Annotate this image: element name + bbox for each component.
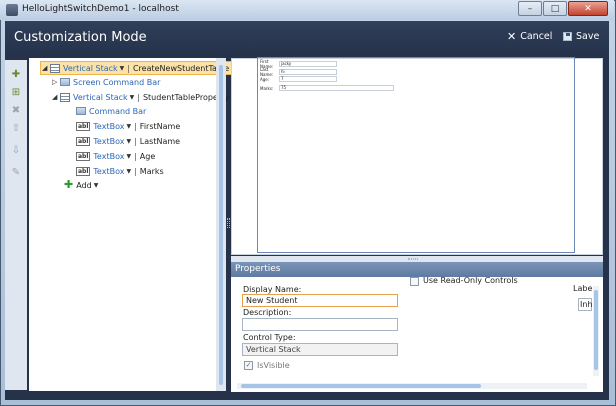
- node-name: LastName: [139, 136, 181, 146]
- node-control: Vertical Stack: [73, 92, 128, 102]
- chevron-down-icon[interactable]: ▼: [120, 65, 125, 72]
- textbox-icon: abl: [76, 166, 91, 176]
- divider: |: [134, 151, 137, 161]
- collapse-icon[interactable]: ◢: [42, 64, 50, 72]
- read-only-label: Use Read-Only Controls: [423, 276, 518, 285]
- preview-label: Age:: [260, 76, 270, 82]
- divider: |: [134, 166, 137, 176]
- tree-node-field[interactable]: abl TextBox ▼ | FirstName: [76, 119, 180, 133]
- is-visible-checkbox[interactable]: ✓: [244, 361, 253, 370]
- page-title: Customization Mode: [14, 30, 147, 45]
- properties-header: Properties: [231, 262, 603, 277]
- textbox-icon: abl: [76, 151, 91, 161]
- textbox-icon: abl: [76, 121, 91, 131]
- label-position-select[interactable]: Inh: [578, 298, 593, 311]
- preview-value: 75: [279, 85, 394, 91]
- tree-scrollbar-thumb[interactable]: [219, 65, 223, 385]
- window-title: HelloLightSwitchDemo1 - localhost: [22, 4, 179, 14]
- delete-icon[interactable]: ✖: [9, 104, 23, 117]
- display-name-label: Display Name:: [243, 285, 302, 294]
- close-icon: ✕: [507, 29, 517, 43]
- tree-node-field[interactable]: abl TextBox ▼ | Age: [76, 149, 155, 163]
- node-name: Age: [139, 151, 156, 161]
- node-label: Screen Command Bar: [73, 77, 161, 87]
- save-icon: [563, 32, 572, 41]
- control-type-field: Vertical Stack: [242, 343, 398, 356]
- preview-label: Marks:: [260, 85, 274, 91]
- cancel-label: Cancel: [520, 31, 553, 42]
- tree-node-field[interactable]: abl TextBox ▼ | Marks: [76, 164, 164, 178]
- title-bar: HelloLightSwitchDemo1 - localhost – □ ✕: [0, 0, 614, 20]
- chevron-down-icon[interactable]: ▼: [126, 123, 131, 130]
- display-name-input[interactable]: New Student: [242, 294, 398, 307]
- description-label: Description:: [243, 308, 292, 317]
- tree-node-child-stack[interactable]: ◢ Vertical Stack ▼ | StudentTablePropert…: [52, 90, 229, 104]
- node-label: Command Bar: [89, 106, 147, 116]
- node-control: TextBox: [93, 151, 125, 161]
- chevron-down-icon[interactable]: ▼: [94, 182, 99, 189]
- chevron-down-icon[interactable]: ▼: [130, 94, 135, 101]
- node-control: TextBox: [93, 136, 125, 146]
- divider: |: [134, 136, 137, 146]
- divider: |: [134, 121, 137, 131]
- cancel-button[interactable]: ✕ Cancel: [507, 29, 553, 43]
- move-down-icon[interactable]: ⇩: [9, 144, 23, 157]
- chevron-down-icon[interactable]: ▼: [126, 153, 131, 160]
- app-icon: [6, 4, 18, 16]
- node-name: CreateNewStudentTable: [132, 63, 230, 73]
- tree-toolbar: ✚ ⊞ ✖ ⇧ ⇩ ✎: [5, 60, 27, 390]
- tree-node-command-bar[interactable]: Command Bar: [76, 104, 146, 118]
- expand-icon[interactable]: ▷: [52, 78, 60, 86]
- divider: |: [127, 63, 130, 73]
- vertical-stack-icon: [50, 63, 60, 73]
- minimize-button[interactable]: –: [518, 1, 542, 16]
- close-button[interactable]: ✕: [568, 1, 608, 16]
- node-name: FirstName: [139, 121, 181, 131]
- tree-node-screen-command-bar[interactable]: ▷ Screen Command Bar: [52, 75, 160, 89]
- move-up-icon[interactable]: ⇧: [9, 122, 23, 135]
- tree-node-field[interactable]: abl TextBox ▼ | LastName: [76, 134, 180, 148]
- customization-header: Customization Mode ✕ Cancel Save: [5, 21, 609, 55]
- vertical-stack-icon: [60, 92, 70, 102]
- preview-row: Marks: 75: [260, 85, 394, 91]
- chevron-down-icon[interactable]: ▼: [126, 138, 131, 145]
- pane-splitter-grip[interactable]: [227, 218, 230, 228]
- preview-value: hi: [279, 69, 337, 75]
- chevron-down-icon[interactable]: ▼: [126, 168, 131, 175]
- save-label: Save: [576, 31, 600, 42]
- properties-hscroll-thumb[interactable]: [241, 384, 481, 388]
- window-controls: – □ ✕: [517, 1, 608, 16]
- add-node-button[interactable]: ✚ Add ▼: [64, 178, 101, 192]
- node-control: Vertical Stack: [63, 63, 118, 73]
- label-position-label: Labe: [573, 284, 593, 293]
- read-only-checkbox[interactable]: [410, 277, 419, 286]
- preview-row: Age: 7: [260, 76, 337, 82]
- add-item-icon[interactable]: ✚: [9, 68, 23, 81]
- control-type-label: Control Type:: [243, 333, 296, 342]
- add-icon: ✚: [64, 178, 74, 191]
- node-control: TextBox: [93, 166, 125, 176]
- is-visible-label: IsVisible: [257, 361, 290, 370]
- splitter-grip[interactable]: [408, 258, 418, 260]
- collapse-icon[interactable]: ◢: [52, 93, 60, 101]
- command-bar-icon: [60, 78, 70, 86]
- preview-value: 7: [279, 76, 337, 82]
- node-name: Marks: [139, 166, 164, 176]
- tree-node-root[interactable]: ◢ Vertical Stack ▼ | CreateNewStudentTab…: [40, 61, 234, 75]
- add-group-icon[interactable]: ⊞: [9, 86, 23, 99]
- textbox-icon: abl: [76, 136, 91, 146]
- properties-vscroll-thumb[interactable]: [594, 290, 598, 370]
- edit-icon[interactable]: ✎: [9, 166, 23, 179]
- add-label: Add: [76, 180, 92, 190]
- maximize-button[interactable]: □: [543, 1, 567, 16]
- save-button[interactable]: Save: [563, 31, 599, 42]
- divider: |: [137, 92, 140, 102]
- command-bar-icon: [76, 107, 86, 115]
- node-control: TextBox: [93, 121, 125, 131]
- description-input[interactable]: [242, 318, 398, 331]
